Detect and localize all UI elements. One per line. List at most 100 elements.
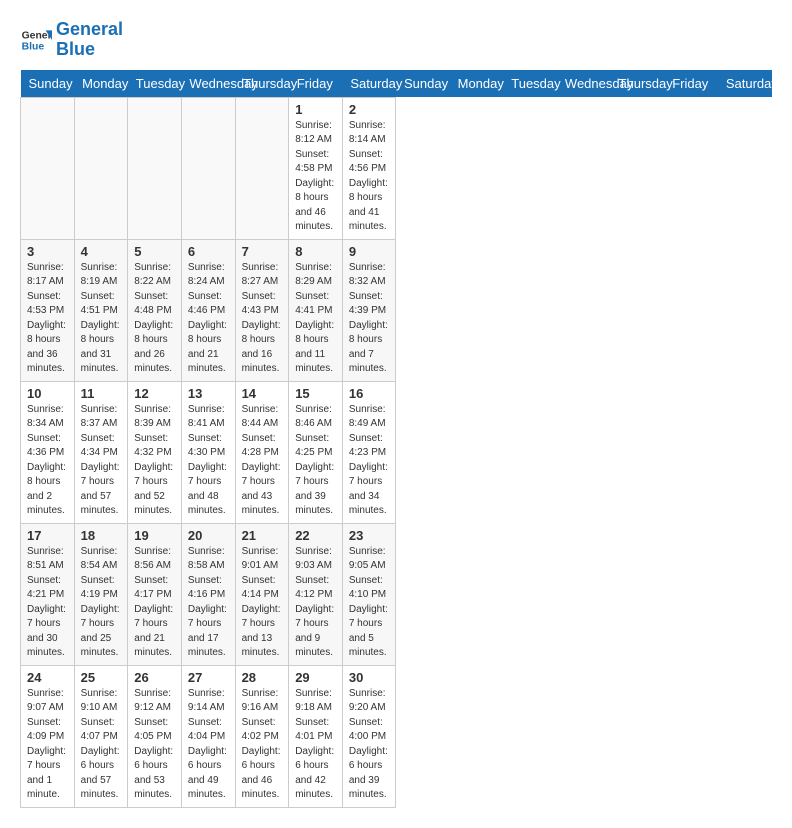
- day-info: Sunrise: 8:12 AM Sunset: 4:58 PM Dayligh…: [295, 119, 336, 235]
- logo: General Blue GeneralBlue: [20, 20, 123, 60]
- calendar-cell: 27Sunrise: 9:14 AM Sunset: 4:04 PM Dayli…: [181, 665, 235, 807]
- day-info: Sunrise: 9:10 AM Sunset: 4:07 PM Dayligh…: [81, 687, 122, 803]
- week-row-4: 17 Sunrise: 8:51 AM Sunset: 4:21 PM Dayli…: [21, 523, 772, 665]
- day-number: 8: [295, 244, 336, 259]
- calendar-cell: 6 Sunrise: 8:24 AM Sunset: 4:46 PM Daylig…: [181, 239, 235, 381]
- header-saturday: Saturday: [342, 70, 396, 98]
- calendar-cell: 21 Sunrise: 9:01 AM Sunset: 4:14 PM Dayli…: [235, 523, 289, 665]
- calendar-cell: 30Sunrise: 9:20 AM Sunset: 4:00 PM Dayli…: [342, 665, 396, 807]
- calendar-cell: 1 Sunrise: 8:12 AM Sunset: 4:58 PM Daylig…: [289, 97, 343, 239]
- day-number: 22: [295, 528, 336, 543]
- calendar-cell: 13 Sunrise: 8:41 AM Sunset: 4:30 PM Dayli…: [181, 381, 235, 523]
- day-number: 29: [295, 670, 336, 685]
- week-row-2: 3 Sunrise: 8:17 AM Sunset: 4:53 PM Daylig…: [21, 239, 772, 381]
- col-header-wednesday: Wednesday: [557, 70, 611, 98]
- calendar-cell: 26 Sunrise: 9:12 AM Sunset: 4:05 PM Dayli…: [128, 665, 182, 807]
- calendar-header-row: SundayMondayTuesdayWednesdayThursdayFrid…: [21, 70, 772, 98]
- day-info: Sunrise: 9:14 AM Sunset: 4:04 PM Dayligh…: [188, 687, 229, 803]
- calendar-cell: 2 Sunrise: 8:14 AM Sunset: 4:56 PM Daylig…: [342, 97, 396, 239]
- day-info: Sunrise: 8:51 AM Sunset: 4:21 PM Dayligh…: [27, 545, 68, 661]
- col-header-sunday: Sunday: [396, 70, 450, 98]
- calendar-cell: 10 Sunrise: 8:34 AM Sunset: 4:36 PM Dayli…: [21, 381, 75, 523]
- day-number: 18: [81, 528, 122, 543]
- day-info: Sunrise: 8:54 AM Sunset: 4:19 PM Dayligh…: [81, 545, 122, 661]
- day-info: Sunrise: 8:41 AM Sunset: 4:30 PM Dayligh…: [188, 403, 229, 519]
- day-info: Sunrise: 8:14 AM Sunset: 4:56 PM Dayligh…: [349, 119, 390, 235]
- day-number: 20: [188, 528, 229, 543]
- day-number: 9: [349, 244, 390, 259]
- day-number: 6: [188, 244, 229, 259]
- day-number: 16: [349, 386, 390, 401]
- calendar-cell: 18 Sunrise: 8:54 AM Sunset: 4:19 PM Dayli…: [74, 523, 128, 665]
- svg-text:Blue: Blue: [22, 41, 45, 52]
- day-info: Sunrise: 9:18 AM Sunset: 4:01 PM Dayligh…: [295, 687, 336, 803]
- day-info: Sunrise: 8:17 AM Sunset: 4:53 PM Dayligh…: [27, 261, 68, 377]
- calendar-cell: 23Sunrise: 9:05 AM Sunset: 4:10 PM Dayli…: [342, 523, 396, 665]
- day-info: Sunrise: 8:39 AM Sunset: 4:32 PM Dayligh…: [134, 403, 175, 519]
- day-number: 11: [81, 386, 122, 401]
- calendar-table: SundayMondayTuesdayWednesdayThursdayFrid…: [20, 70, 772, 808]
- day-info: Sunrise: 8:34 AM Sunset: 4:36 PM Dayligh…: [27, 403, 68, 519]
- calendar-cell: 19 Sunrise: 8:56 AM Sunset: 4:17 PM Dayli…: [128, 523, 182, 665]
- day-number: 7: [242, 244, 283, 259]
- day-number: 19: [134, 528, 175, 543]
- day-info: Sunrise: 8:29 AM Sunset: 4:41 PM Dayligh…: [295, 261, 336, 377]
- day-number: 5: [134, 244, 175, 259]
- col-header-tuesday: Tuesday: [503, 70, 557, 98]
- day-info: Sunrise: 8:49 AM Sunset: 4:23 PM Dayligh…: [349, 403, 390, 519]
- day-info: Sunrise: 8:46 AM Sunset: 4:25 PM Dayligh…: [295, 403, 336, 519]
- calendar-cell: 12Sunrise: 8:39 AM Sunset: 4:32 PM Dayli…: [128, 381, 182, 523]
- logo-text: GeneralBlue: [56, 20, 123, 60]
- calendar-cell: 16 Sunrise: 8:49 AM Sunset: 4:23 PM Dayli…: [342, 381, 396, 523]
- calendar-cell: 11 Sunrise: 8:37 AM Sunset: 4:34 PM Dayli…: [74, 381, 128, 523]
- day-number: 10: [27, 386, 68, 401]
- header-friday: Friday: [289, 70, 343, 98]
- day-info: Sunrise: 9:07 AM Sunset: 4:09 PM Dayligh…: [27, 687, 68, 803]
- day-number: 21: [242, 528, 283, 543]
- day-info: Sunrise: 8:58 AM Sunset: 4:16 PM Dayligh…: [188, 545, 229, 661]
- calendar-cell: [21, 97, 75, 239]
- day-number: 3: [27, 244, 68, 259]
- page-header: General Blue GeneralBlue: [20, 20, 772, 60]
- day-number: 26: [134, 670, 175, 685]
- day-number: 13: [188, 386, 229, 401]
- day-info: Sunrise: 8:24 AM Sunset: 4:46 PM Dayligh…: [188, 261, 229, 377]
- day-number: 14: [242, 386, 283, 401]
- week-row-5: 24Sunrise: 9:07 AM Sunset: 4:09 PM Dayli…: [21, 665, 772, 807]
- week-row-1: 1 Sunrise: 8:12 AM Sunset: 4:58 PM Daylig…: [21, 97, 772, 239]
- day-info: Sunrise: 8:27 AM Sunset: 4:43 PM Dayligh…: [242, 261, 283, 377]
- calendar-cell: 14 Sunrise: 8:44 AM Sunset: 4:28 PM Dayli…: [235, 381, 289, 523]
- calendar-cell: [181, 97, 235, 239]
- day-info: Sunrise: 8:32 AM Sunset: 4:39 PM Dayligh…: [349, 261, 390, 377]
- col-header-monday: Monday: [450, 70, 504, 98]
- day-number: 1: [295, 102, 336, 117]
- col-header-thursday: Thursday: [611, 70, 665, 98]
- day-info: Sunrise: 9:01 AM Sunset: 4:14 PM Dayligh…: [242, 545, 283, 661]
- logo-icon: General Blue: [20, 24, 52, 56]
- day-info: Sunrise: 8:22 AM Sunset: 4:48 PM Dayligh…: [134, 261, 175, 377]
- calendar-cell: 24Sunrise: 9:07 AM Sunset: 4:09 PM Dayli…: [21, 665, 75, 807]
- week-row-3: 10 Sunrise: 8:34 AM Sunset: 4:36 PM Dayli…: [21, 381, 772, 523]
- day-number: 2: [349, 102, 390, 117]
- calendar-cell: 9 Sunrise: 8:32 AM Sunset: 4:39 PM Daylig…: [342, 239, 396, 381]
- calendar-cell: 22Sunrise: 9:03 AM Sunset: 4:12 PM Dayli…: [289, 523, 343, 665]
- calendar-cell: 15 Sunrise: 8:46 AM Sunset: 4:25 PM Dayli…: [289, 381, 343, 523]
- day-info: Sunrise: 9:16 AM Sunset: 4:02 PM Dayligh…: [242, 687, 283, 803]
- calendar-cell: 7 Sunrise: 8:27 AM Sunset: 4:43 PM Daylig…: [235, 239, 289, 381]
- day-number: 17: [27, 528, 68, 543]
- day-info: Sunrise: 9:12 AM Sunset: 4:05 PM Dayligh…: [134, 687, 175, 803]
- day-info: Sunrise: 8:56 AM Sunset: 4:17 PM Dayligh…: [134, 545, 175, 661]
- calendar-cell: 17 Sunrise: 8:51 AM Sunset: 4:21 PM Dayli…: [21, 523, 75, 665]
- header-wednesday: Wednesday: [181, 70, 235, 98]
- calendar-cell: [235, 97, 289, 239]
- day-info: Sunrise: 8:37 AM Sunset: 4:34 PM Dayligh…: [81, 403, 122, 519]
- day-info: Sunrise: 9:05 AM Sunset: 4:10 PM Dayligh…: [349, 545, 390, 661]
- calendar-cell: 8 Sunrise: 8:29 AM Sunset: 4:41 PM Daylig…: [289, 239, 343, 381]
- calendar-cell: 29 Sunrise: 9:18 AM Sunset: 4:01 PM Dayli…: [289, 665, 343, 807]
- col-header-friday: Friday: [664, 70, 718, 98]
- calendar-cell: 4Sunrise: 8:19 AM Sunset: 4:51 PM Daylig…: [74, 239, 128, 381]
- day-info: Sunrise: 9:20 AM Sunset: 4:00 PM Dayligh…: [349, 687, 390, 803]
- day-info: Sunrise: 8:44 AM Sunset: 4:28 PM Dayligh…: [242, 403, 283, 519]
- day-number: 15: [295, 386, 336, 401]
- calendar-cell: [128, 97, 182, 239]
